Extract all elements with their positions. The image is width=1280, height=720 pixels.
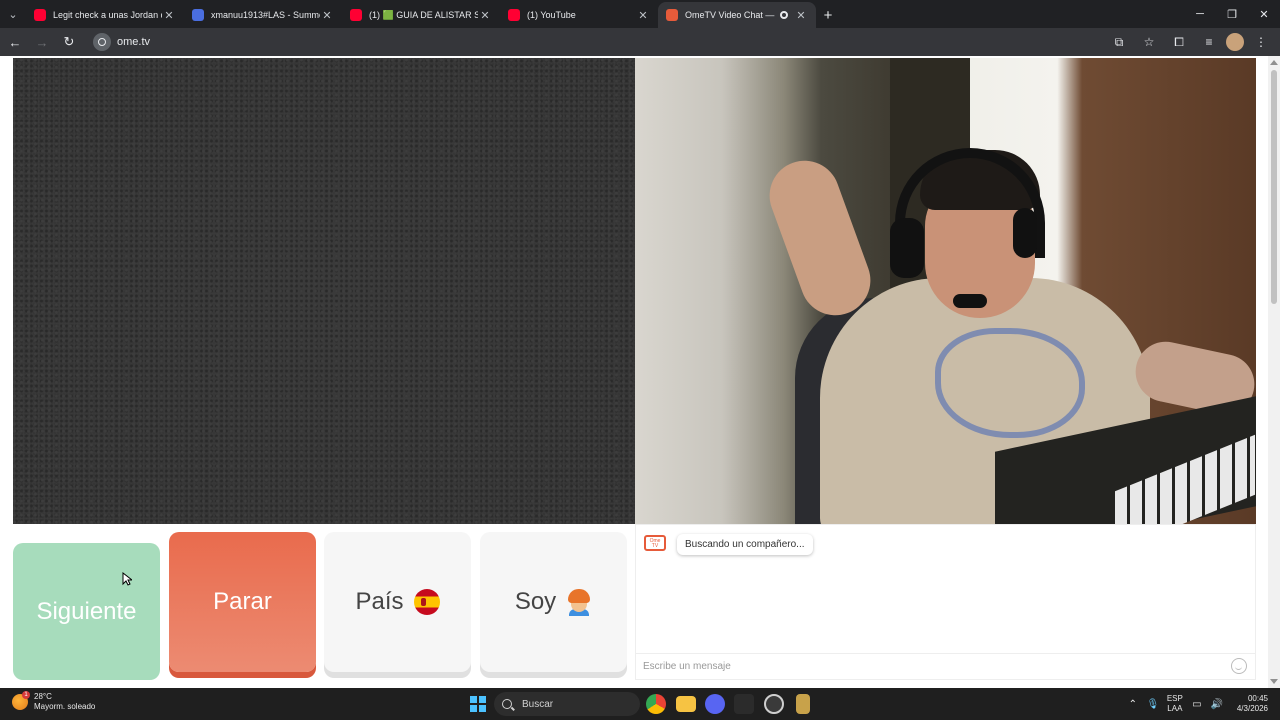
tab-summoner[interactable]: xmanuu1913#LAS - Summoner ✕ <box>184 2 342 28</box>
close-tab-icon[interactable]: ✕ <box>320 9 334 22</box>
tab-title: (1) YouTube <box>527 10 576 20</box>
weather-widget[interactable]: 1 28°C Mayorm. soleado <box>12 691 96 712</box>
site-info-icon[interactable] <box>93 33 111 51</box>
window-controls: ─ ❐ ✕ <box>1184 0 1280 28</box>
video-noise <box>13 58 635 524</box>
discord-icon[interactable] <box>705 694 725 714</box>
close-tab-icon[interactable]: ✕ <box>162 9 176 22</box>
ometv-favicon-icon <box>666 9 678 21</box>
network-icon[interactable]: ▭ <box>1191 698 1203 710</box>
scrollbar-thumb[interactable] <box>1271 70 1277 304</box>
toolbar-actions: ⧉ ☆ ⧠ ≡ ⋮ <box>1106 28 1274 56</box>
close-window-icon[interactable]: ✕ <box>1248 0 1280 28</box>
extensions-puzzle-icon[interactable]: ⧠ <box>1166 29 1192 55</box>
windows-start-icon[interactable] <box>470 696 486 712</box>
youtube-favicon-icon <box>350 9 362 21</box>
bookmark-star-icon[interactable]: ☆ <box>1136 29 1162 55</box>
clock-time: 00:45 <box>1247 694 1268 703</box>
close-tab-icon[interactable]: ✕ <box>636 9 650 22</box>
page-scrollbar[interactable] <box>1268 56 1280 688</box>
weather-description: Mayorm. soleado <box>34 702 96 711</box>
ometv-page: Siguiente Parar País Soy Ome TV Buscando… <box>0 56 1280 688</box>
browser-toolbar: ← → ↻ ome.tv ⧉ ☆ ⧠ ≡ ⋮ <box>0 28 1280 56</box>
emoji-icon[interactable] <box>1231 658 1247 674</box>
steam-app-icon[interactable] <box>764 694 784 714</box>
address-bar[interactable]: ome.tv <box>93 30 150 54</box>
close-tab-icon[interactable]: ✕ <box>794 9 808 22</box>
language-line-2: LAA <box>1167 704 1183 713</box>
partner-video-static <box>13 58 635 524</box>
tab-search-chevron-icon[interactable]: ⌄ <box>0 0 26 28</box>
stop-button[interactable]: Parar <box>169 532 316 672</box>
message-input[interactable]: Escribe un mensaje <box>636 653 1255 679</box>
ometv-logo-icon: Ome TV <box>644 535 666 551</box>
microphone-icon[interactable]: 🎙 <box>1147 698 1160 710</box>
taskbar-search-label: Buscar <box>522 698 554 710</box>
tab-title: OmeTV Video Chat — Ome <box>685 10 776 20</box>
new-tab-plus-icon[interactable]: + <box>816 2 840 28</box>
webcam-shirt-print <box>935 328 1085 438</box>
tab-title: Legit check a unas Jordan de $1 <box>53 10 162 20</box>
status-message: Buscando un compañero... <box>677 534 813 555</box>
sun-weather-icon: 1 <box>12 691 30 710</box>
minimize-icon[interactable]: ─ <box>1184 0 1216 28</box>
search-icon <box>502 699 512 709</box>
windows-taskbar: 1 28°C Mayorm. soleado Buscar ⌃ 🎙 ESP LA… <box>0 688 1280 720</box>
media-control-icon[interactable]: ≡ <box>1196 29 1222 55</box>
tab-legit-check[interactable]: Legit check a unas Jordan de $1 ✕ <box>26 2 184 28</box>
spain-flag-icon <box>413 589 440 615</box>
reload-icon[interactable]: ↻ <box>57 30 81 54</box>
youtube-favicon-icon <box>508 9 520 21</box>
profile-avatar[interactable] <box>1226 33 1244 51</box>
file-explorer-icon[interactable] <box>676 696 696 712</box>
url-text: ome.tv <box>117 36 151 48</box>
headset-cup-right <box>1013 208 1037 258</box>
boy-avatar-icon <box>566 589 592 616</box>
summoner-favicon-icon <box>192 9 204 21</box>
recording-indicator-icon <box>780 11 788 19</box>
headset-mic <box>953 294 987 308</box>
chat-panel: Ome TV Buscando un compañero... Escribe … <box>635 524 1256 680</box>
league-client-icon[interactable] <box>796 694 810 714</box>
system-tray: ⌃ 🎙 ESP LAA ▭ 🔊 00:45 4/3/2026 <box>1127 688 1268 720</box>
cast-icon[interactable]: ⧉ <box>1106 29 1132 55</box>
country-button-label: País <box>355 588 404 615</box>
stop-button-label: Parar <box>213 588 272 615</box>
next-button-label: Siguiente <box>36 597 137 625</box>
headset-cup-left <box>890 218 924 278</box>
youtube-favicon-icon <box>34 9 46 21</box>
close-tab-icon[interactable]: ✕ <box>478 9 492 22</box>
country-button[interactable]: País <box>324 532 471 672</box>
scroll-up-arrow-icon[interactable] <box>1270 60 1278 65</box>
tab-guia-alistar[interactable]: (1) 🟩 GUIA DE ALISTAR S12 | C ✕ <box>342 2 500 28</box>
gender-button[interactable]: Soy <box>480 532 627 672</box>
tab-ometv[interactable]: OmeTV Video Chat — Ome ✕ <box>658 2 816 28</box>
weather-temperature: 28°C <box>34 692 52 701</box>
taskbar-search[interactable]: Buscar <box>494 692 640 716</box>
restore-icon[interactable]: ❐ <box>1216 0 1248 28</box>
own-webcam-video <box>635 58 1256 524</box>
volume-icon[interactable]: 🔊 <box>1211 698 1223 710</box>
language-line-1: ESP <box>1166 694 1183 703</box>
language-indicator[interactable]: ESP LAA <box>1167 694 1183 714</box>
tray-chevron-up-icon[interactable]: ⌃ <box>1127 698 1139 710</box>
chrome-icon[interactable] <box>646 694 666 714</box>
menu-kebab-icon[interactable]: ⋮ <box>1248 29 1274 55</box>
next-button[interactable]: Siguiente <box>13 543 160 680</box>
forward-arrow-icon[interactable]: → <box>30 30 54 54</box>
gender-button-label: Soy <box>514 588 557 615</box>
tab-youtube[interactable]: (1) YouTube ✕ <box>500 2 658 28</box>
clock-date: 4/3/2026 <box>1236 704 1268 713</box>
scroll-down-arrow-icon[interactable] <box>1270 679 1278 684</box>
mouse-cursor-icon <box>122 572 132 586</box>
epic-app-icon[interactable] <box>734 694 754 714</box>
back-arrow-icon[interactable]: ← <box>3 30 27 54</box>
weather-badge: 1 <box>22 691 30 699</box>
tab-title: xmanuu1913#LAS - Summoner <box>211 10 320 20</box>
tab-strip: ⌄ Legit check a unas Jordan de $1 ✕ xman… <box>0 0 1280 28</box>
tab-title: (1) 🟩 GUIA DE ALISTAR S12 | C <box>369 9 478 20</box>
clock[interactable]: 00:45 4/3/2026 <box>1237 694 1268 714</box>
